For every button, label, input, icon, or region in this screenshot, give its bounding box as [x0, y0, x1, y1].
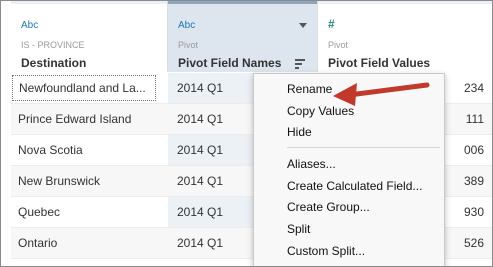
- pivot-value-cell[interactable]: 234: [464, 81, 484, 95]
- pivot-value-cell[interactable]: 389: [464, 174, 484, 188]
- destination-cell[interactable]: Newfoundland and La...: [12, 75, 156, 101]
- header-top-bar: [318, 1, 492, 4]
- destination-cell[interactable]: Prince Edward Island: [18, 112, 162, 126]
- pivot-name-cell[interactable]: 2014 Q1: [177, 112, 223, 126]
- number-type-icon[interactable]: #: [328, 17, 335, 31]
- pivot-value-cell[interactable]: 930: [464, 205, 484, 219]
- destination-cell[interactable]: Ontario: [18, 236, 162, 250]
- column-name[interactable]: Pivot Field Values: [328, 56, 430, 70]
- pivot-name-cell[interactable]: 2014 Q1: [177, 236, 223, 250]
- column-header-pivot-field-values[interactable]: # Pivot Pivot Field Values: [318, 1, 492, 72]
- header-top-bar: [11, 1, 167, 4]
- pivot-value-cell[interactable]: 111: [466, 112, 484, 126]
- column-origin: IS - PROVINCE: [21, 40, 85, 50]
- sort-icon[interactable]: [295, 59, 305, 69]
- pivot-name-cell[interactable]: 2014 Q1: [177, 143, 223, 157]
- menu-item-rename[interactable]: Rename: [287, 82, 332, 96]
- destination-cell[interactable]: New Brunswick: [18, 174, 162, 188]
- pivot-name-cell[interactable]: 2014 Q1: [177, 205, 223, 219]
- data-grid: Abc IS - PROVINCE Destination Abc Pivot …: [0, 0, 493, 267]
- header-top-bar: [168, 1, 317, 4]
- column-header-pivot-field-names[interactable]: Abc Pivot Pivot Field Names: [168, 1, 318, 72]
- column-origin: Pivot: [328, 40, 349, 50]
- destination-cell[interactable]: Nova Scotia: [18, 143, 162, 157]
- column-name[interactable]: Destination: [21, 56, 86, 70]
- menu-separator: [287, 147, 440, 148]
- pivot-value-cell[interactable]: 006: [464, 143, 484, 157]
- string-type-icon[interactable]: Abc: [21, 20, 38, 31]
- destination-cell[interactable]: Quebec: [18, 205, 162, 219]
- pivot-name-cell[interactable]: 2014 Q1: [177, 174, 223, 188]
- column-name[interactable]: Pivot Field Names: [178, 56, 281, 70]
- menu-item-create-calculated-field[interactable]: Create Calculated Field...: [287, 179, 422, 193]
- menu-item-hide[interactable]: Hide: [287, 125, 312, 139]
- pivot-name-cell[interactable]: 2014 Q1: [177, 81, 223, 95]
- menu-item-custom-split[interactable]: Custom Split...: [287, 244, 365, 258]
- column-origin: Pivot: [178, 40, 199, 50]
- menu-item-aliases[interactable]: Aliases...: [287, 157, 336, 171]
- string-type-icon[interactable]: Abc: [178, 20, 195, 31]
- menu-item-create-group[interactable]: Create Group...: [287, 200, 370, 214]
- annotation-arrow-icon: [333, 82, 430, 106]
- column-header-destination[interactable]: Abc IS - PROVINCE Destination: [11, 1, 168, 72]
- pivot-value-cell[interactable]: 526: [464, 236, 484, 250]
- chevron-down-icon[interactable]: [299, 23, 307, 28]
- menu-item-split[interactable]: Split: [287, 222, 310, 236]
